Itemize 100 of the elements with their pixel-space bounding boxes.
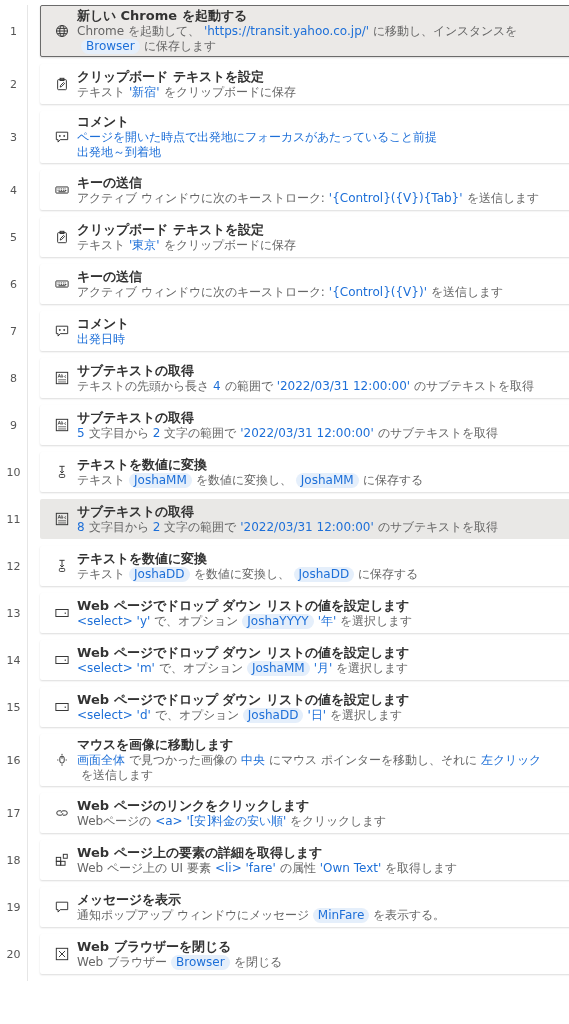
description-text: テキスト xyxy=(77,84,125,100)
value-text: '2022/03/31 12:00:00' xyxy=(276,378,411,394)
value-text: <select> 'y' xyxy=(77,613,151,629)
value-text: <a> '[安]料金の安い順' xyxy=(155,813,287,829)
description-text: を選択します xyxy=(336,660,409,676)
action-title: Web ページのリンクをクリックします xyxy=(77,797,310,814)
keyboard-icon xyxy=(55,183,69,197)
action-card[interactable]: コメント ページを開いた時点で出発地にフォーカスがあたっていること前提 出発地～到着地 xyxy=(40,111,569,163)
value-text: '2022/03/31 12:00:00' xyxy=(240,519,374,535)
action-card[interactable]: メッセージを表示 通知ポップアップ ウィンドウにメッセージ MinFare を表示する。 xyxy=(40,887,569,927)
description-text: テキスト xyxy=(77,472,125,488)
description-text: アクティブ ウィンドウに次のキーストローク: xyxy=(77,284,325,300)
action-card[interactable]: Web ページでドロップ ダウン リストの値を設定します <select> 'd' で、オプション JoshaDD '日' を選択します xyxy=(40,687,569,727)
description-text: に移動し、インスタンスを xyxy=(373,24,518,39)
line-number: 3 xyxy=(10,130,17,144)
description-text: を選択します xyxy=(340,613,413,629)
action-card[interactable]: Web ページでドロップ ダウン リストの値を設定します <select> 'm' で、オプション JoshaMM '月' を選択します xyxy=(40,640,569,680)
line-number: 2 xyxy=(10,77,17,91)
line-number: 7 xyxy=(10,324,17,338)
value-text: 8 xyxy=(77,519,85,535)
dropdown-icon xyxy=(55,700,69,714)
variable-chip: JoshaMM xyxy=(246,660,310,676)
description-text: Web ページ上の UI 要素 xyxy=(77,860,211,876)
description-text: に保存する xyxy=(362,472,423,488)
value-text: <li> 'fare' xyxy=(214,860,276,876)
action-title: Web ページでドロップ ダウン リストの値を設定します xyxy=(77,597,410,614)
value-text: '新宿' xyxy=(129,84,160,100)
action-title: クリップボード テキストを設定 xyxy=(77,221,265,238)
description-text: をクリップボードに保存 xyxy=(163,237,296,253)
action-card[interactable]: Web ページでドロップ ダウン リストの値を設定します <select> 'y' で、オプション JoshaYYYY '年' を選択します xyxy=(40,593,569,633)
action-title: キーの送信 xyxy=(77,174,143,191)
action-card[interactable]: クリップボード テキストを設定 テキスト '新宿' をクリップボードに保存 xyxy=(40,64,569,104)
description-text: をクリックします xyxy=(290,813,387,829)
action-title: コメント xyxy=(77,114,130,130)
description-text: テキストの先頭から長さ xyxy=(77,378,209,394)
action-title: Web ページでドロップ ダウン リストの値を設定します xyxy=(77,644,409,661)
value-text: '日' xyxy=(307,707,326,723)
action-title: クリップボード テキストを設定 xyxy=(77,68,265,85)
dropdown-icon xyxy=(55,606,69,620)
description-text: を送信します xyxy=(81,768,153,783)
action-card[interactable]: 新しい Chrome を起動する Chrome を起動して、 'https://transit.yahoo.co.jp/' に移動し、インスタンスを Browser に保存します xyxy=(40,5,569,57)
action-card[interactable]: マウスを画像に移動します 画面全体 で見つかった画像の 中央 にマウス ポインターを移動し、それに 左クリック を送信します xyxy=(40,734,569,786)
action-title: Web ページ上の要素の詳細を取得します xyxy=(77,844,323,861)
action-card[interactable]: Web ページのリンクをクリックします Webページの <a> '[安]料金の安い順' をクリックします xyxy=(40,793,569,833)
description-text: を数値に変換し、 xyxy=(193,566,290,582)
description-text: の範囲で xyxy=(224,378,273,394)
comment-icon xyxy=(55,130,69,144)
description-text: を閉じる xyxy=(233,954,282,970)
mouse-icon xyxy=(55,753,69,767)
message-icon xyxy=(55,900,69,914)
action-card[interactable]: キーの送信 アクティブ ウィンドウに次のキーストローク: '{Control}({V}){Tab}' を送信します xyxy=(40,170,569,210)
variable-chip: Browser xyxy=(171,954,230,970)
line-number: 13 xyxy=(6,606,21,620)
description-text: を数値に変換し、 xyxy=(195,472,292,488)
action-card[interactable]: キーの送信 アクティブ ウィンドウに次のキーストローク: '{Control}({V})' を送信します xyxy=(40,264,569,304)
value-text: 出発日時 xyxy=(77,331,125,347)
value-text: 2 xyxy=(152,425,161,441)
action-title: マウスを画像に移動します xyxy=(77,737,234,753)
description-text: アクティブ ウィンドウに次のキーストローク: xyxy=(77,190,325,206)
action-title: 新しい Chrome を起動する xyxy=(77,8,248,24)
description-text: を送信します xyxy=(430,284,503,300)
action-card[interactable]: Web ブラウザーを閉じる Web ブラウザー Browser を閉じる xyxy=(40,934,569,974)
action-title: Web ページでドロップ ダウン リストの値を設定します xyxy=(77,691,409,708)
line-number: 8 xyxy=(10,371,17,385)
description-text: を表示する。 xyxy=(373,907,446,923)
description-text: を取得します xyxy=(385,860,458,876)
description-text: で見つかった画像の xyxy=(129,753,237,768)
action-card[interactable]: テキストを数値に変換 テキスト JoshaMM を数値に変換し、 JoshaMM に保存する xyxy=(40,452,569,492)
description-text: に保存する xyxy=(358,566,419,582)
line-number: 4 xyxy=(10,183,17,197)
description-text: Chrome を起動して、 xyxy=(77,24,200,39)
action-card[interactable]: サブテキストの取得 8 文字目から 2 文字の範囲で '2022/03/31 12:00:00' のサブテキストを取得 xyxy=(40,499,569,539)
action-card[interactable]: クリップボード テキストを設定 テキスト '東京' をクリップボードに保存 xyxy=(40,217,569,257)
action-card[interactable]: サブテキストの取得 5 文字目から 2 文字の範囲で '2022/03/31 12:00:00' のサブテキストを取得 xyxy=(40,405,569,445)
action-title: キーの送信 xyxy=(77,268,143,285)
value-text: <select> 'd' xyxy=(77,707,151,723)
line-number: 17 xyxy=(6,806,21,820)
description-text: で、オプション xyxy=(154,707,239,723)
action-title: サブテキストの取得 xyxy=(77,362,195,379)
description-text: にマウス ポインターを移動し、それに xyxy=(269,753,477,768)
line-number: 6 xyxy=(10,277,17,291)
description-text: テキスト xyxy=(77,237,125,253)
line-number: 18 xyxy=(6,853,21,867)
value-text: '{Control}({V})' xyxy=(328,284,427,300)
description-text: 通知ポップアップ ウィンドウにメッセージ xyxy=(77,907,309,923)
action-card[interactable]: テキストを数値に変換 テキスト JoshaDD を数値に変換し、 JoshaDD に保存する xyxy=(40,546,569,586)
value-text: 'Own Text' xyxy=(319,860,382,876)
action-card[interactable]: Web ページ上の要素の詳細を取得します Web ページ上の UI 要素 <li> 'fare' の属性 'Own Text' を取得します xyxy=(40,840,569,880)
value-text: 4 xyxy=(213,378,221,394)
line-number: 12 xyxy=(6,559,21,573)
value-text: '月' xyxy=(313,660,333,676)
line-number: 20 xyxy=(6,947,21,961)
action-card[interactable]: コメント 出発日時 xyxy=(40,311,569,351)
description-text: をクリップボードに保存 xyxy=(163,84,296,100)
action-title: テキストを数値に変換 xyxy=(77,456,208,473)
description-text: 文字の範囲で xyxy=(164,519,237,535)
description-text: 文字目から xyxy=(88,519,149,535)
line-number: 10 xyxy=(6,465,21,479)
action-title: テキストを数値に変換 xyxy=(77,550,208,567)
action-card[interactable]: サブテキストの取得 テキストの先頭から長さ 4 の範囲で '2022/03/31 12:00:00' のサブテキストを取得 xyxy=(40,358,569,398)
